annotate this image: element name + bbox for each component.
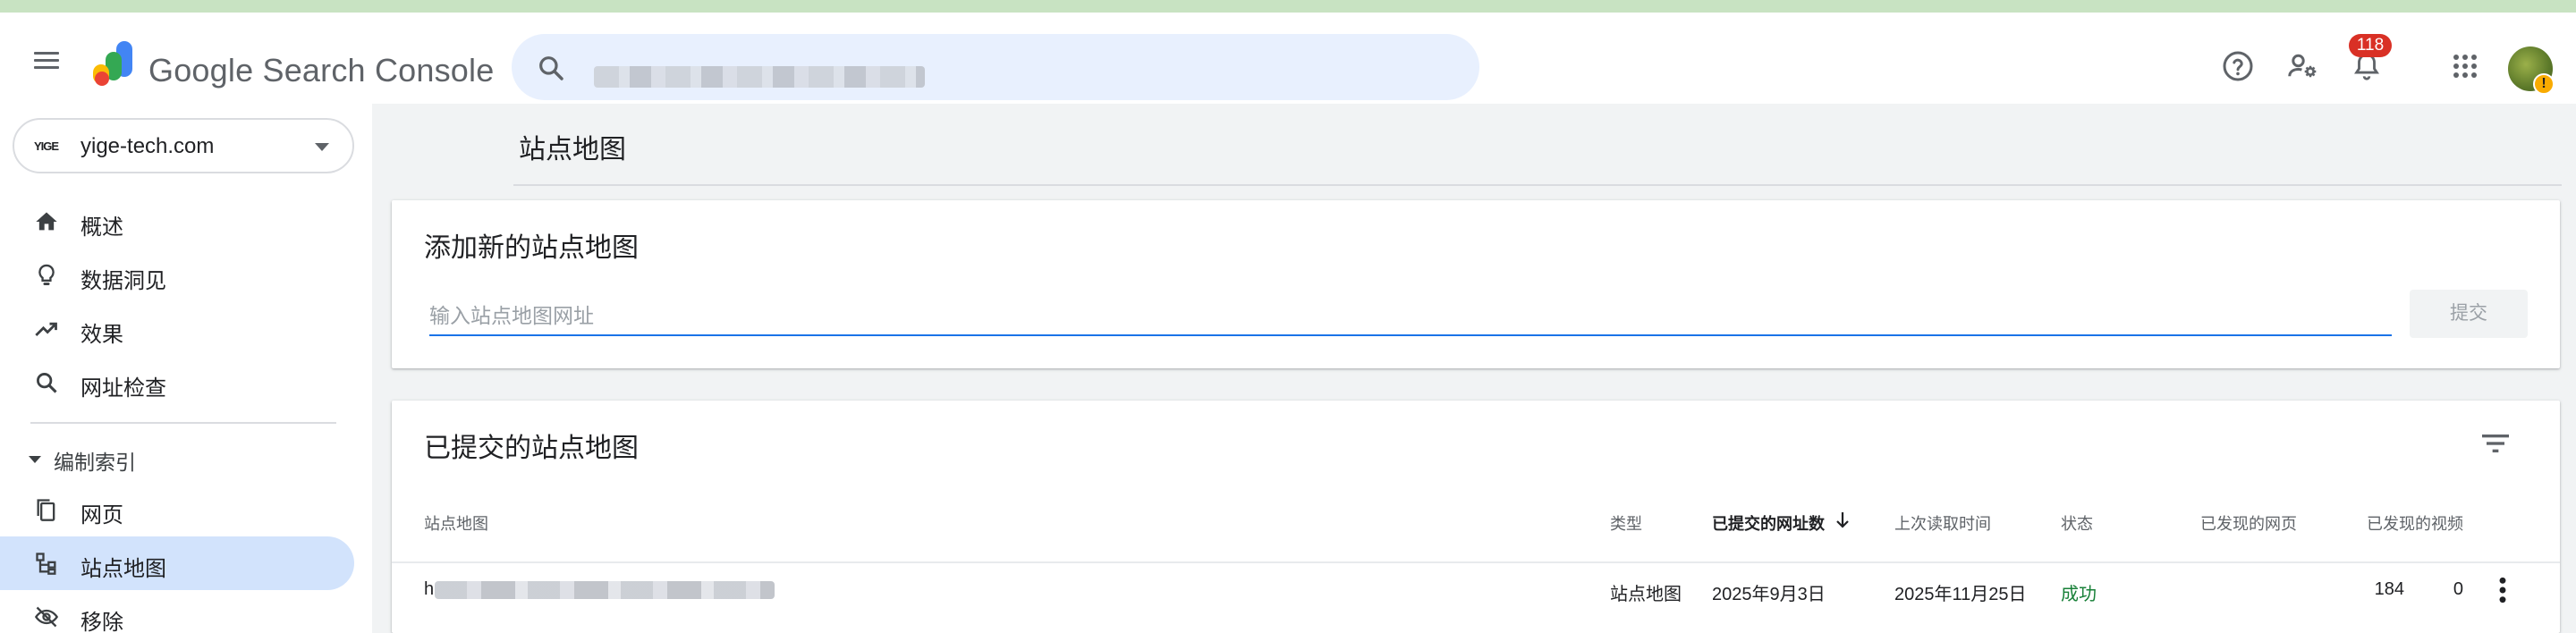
browser-top-strip bbox=[0, 0, 2576, 13]
app-header: Google Search Console 118 ! bbox=[0, 13, 2576, 104]
help-button[interactable] bbox=[2218, 46, 2258, 86]
sidebar-item-label: 概述 bbox=[80, 215, 123, 240]
apps-icon bbox=[2453, 55, 2477, 78]
property-selector[interactable]: YIGE yige-tech.com bbox=[13, 118, 354, 173]
column-header-status[interactable]: 状态 bbox=[2061, 511, 2093, 535]
sidebar-item-label: 数据洞见 bbox=[80, 269, 166, 293]
column-header-sitemap[interactable]: 站点地图 bbox=[424, 511, 488, 535]
sidebar-item-label: 移除 bbox=[80, 611, 123, 633]
sidebar-item-url-inspection[interactable]: 网址检查 bbox=[0, 356, 354, 409]
chevron-down-icon bbox=[315, 143, 329, 151]
add-sitemap-title: 添加新的站点地图 bbox=[424, 233, 639, 263]
sidebar-item-label: 站点地图 bbox=[80, 557, 166, 581]
home-icon bbox=[36, 212, 57, 231]
sidebar-item-performance[interactable]: 效果 bbox=[0, 302, 354, 356]
add-sitemap-card: 添加新的站点地图 提交 bbox=[392, 200, 2560, 368]
submitted-cell: 2025年9月3日 bbox=[1712, 585, 1826, 604]
search-icon bbox=[539, 56, 564, 80]
table-header-divider bbox=[392, 561, 2560, 563]
sidebar-item-sitemaps[interactable]: 站点地图 bbox=[0, 536, 354, 590]
discovered-videos-cell: 0 bbox=[2453, 579, 2463, 599]
product-name[interactable]: Google Search Console bbox=[148, 52, 494, 89]
column-header-discovered-pages[interactable]: 已发现的网页 bbox=[2200, 511, 2297, 535]
submitted-sitemaps-card: 已提交的站点地图 站点地图 类型 已提交的网址数 上次读取时间 状态 已发现的网… bbox=[392, 401, 2560, 633]
column-header-last-read[interactable]: 上次读取时间 bbox=[1894, 511, 1991, 535]
page-title-divider bbox=[513, 184, 2562, 186]
sidebar-divider bbox=[30, 422, 336, 424]
sidebar-item-insights[interactable]: 数据洞见 bbox=[0, 249, 354, 302]
lightbulb-icon bbox=[38, 264, 55, 285]
more-vert-icon[interactable] bbox=[2494, 576, 2512, 604]
status-cell: 成功 bbox=[2061, 585, 2097, 604]
submit-button[interactable]: 提交 bbox=[2410, 290, 2528, 338]
notifications-count-badge: 118 bbox=[2349, 34, 2392, 57]
column-header-submitted[interactable]: 已提交的网址数 bbox=[1712, 511, 1825, 535]
blurred-url bbox=[435, 581, 775, 599]
manage-users-button[interactable] bbox=[2283, 46, 2322, 86]
property-name: yige-tech.com bbox=[80, 134, 215, 158]
property-logo: YIGE bbox=[34, 139, 59, 153]
type-cell: 站点地图 bbox=[1610, 585, 1682, 604]
sidebar-section-label: 编制索引 bbox=[54, 451, 136, 474]
column-header-discovered-videos[interactable]: 已发现的视频 bbox=[2367, 511, 2463, 535]
sidebar-item-label: 效果 bbox=[80, 323, 123, 347]
main-menu-button[interactable] bbox=[29, 43, 64, 79]
caret-down-icon bbox=[29, 456, 41, 463]
submitted-sitemaps-title: 已提交的站点地图 bbox=[424, 434, 639, 463]
sidebar-item-removals[interactable]: 移除 bbox=[0, 590, 354, 633]
search-console-logo-icon bbox=[93, 41, 132, 86]
last-read-cell: 2025年11月25日 bbox=[1894, 585, 2027, 604]
account-warning-icon: ! bbox=[2533, 73, 2555, 95]
page-title: 站点地图 bbox=[519, 135, 626, 165]
blurred-search-text bbox=[594, 66, 925, 88]
sitemap-icon bbox=[36, 553, 56, 575]
pages-icon bbox=[37, 499, 55, 521]
sidebar-item-label: 网页 bbox=[80, 503, 123, 528]
sitemap-url-input[interactable] bbox=[429, 297, 2392, 336]
search-bar[interactable] bbox=[512, 34, 1479, 100]
sidebar-item-pages[interactable]: 网页 bbox=[0, 483, 354, 536]
filter-icon[interactable] bbox=[2478, 426, 2513, 461]
sitemap-url-text: h bbox=[424, 579, 435, 599]
sidebar-item-label: 网址检查 bbox=[80, 376, 166, 401]
sitemap-url-cell[interactable]: h bbox=[424, 579, 775, 601]
apps-button[interactable] bbox=[2445, 46, 2485, 86]
visibility-off-icon bbox=[34, 606, 59, 628]
sidebar: YIGE yige-tech.com 概述 数据洞见 效果 网址检查 编制索引 bbox=[0, 104, 372, 633]
menu-icon bbox=[34, 52, 59, 70]
arrow-down-icon[interactable] bbox=[1832, 510, 1853, 531]
sidebar-item-overview[interactable]: 概述 bbox=[0, 195, 354, 249]
column-header-type[interactable]: 类型 bbox=[1610, 511, 1642, 535]
help-icon bbox=[2223, 51, 2253, 81]
manage-users-icon bbox=[2288, 54, 2317, 78]
trending-up-icon bbox=[35, 322, 57, 336]
search-icon bbox=[37, 373, 57, 393]
